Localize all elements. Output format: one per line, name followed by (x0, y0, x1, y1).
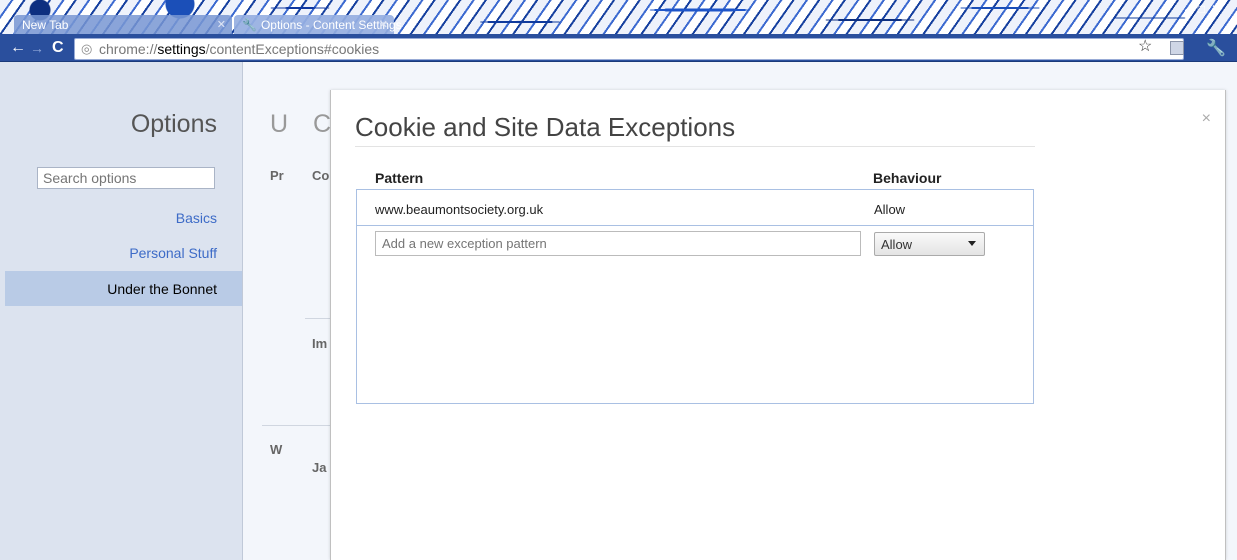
extension-icon[interactable] (1170, 41, 1184, 55)
sidebar-item-basics[interactable]: Basics (176, 210, 217, 226)
bg-section-label: Co (312, 168, 330, 183)
title-divider (355, 146, 1035, 147)
new-exception-pattern-input[interactable] (375, 231, 861, 256)
exception-pattern: www.beaumontsociety.org.uk (375, 202, 544, 217)
tab-new-tab[interactable]: New Tab ✕ (14, 15, 232, 34)
bg-section-label: Ja (312, 460, 327, 475)
close-icon[interactable]: × (1202, 110, 1211, 128)
tab-options-content-settings[interactable]: 🔧 Options - Content Settings ✕ (234, 15, 402, 34)
exception-behaviour: Allow (874, 202, 906, 217)
back-arrow-icon[interactable]: ← (10, 38, 26, 58)
dropdown-arrow-icon (968, 241, 976, 246)
dialog-title: Cookie and Site Data Exceptions (355, 112, 736, 142)
wrench-menu-icon[interactable]: 🔧 (1206, 38, 1226, 58)
bg-heading-fragment: U (270, 110, 289, 138)
options-sidebar: Options Basics Personal Stuff Under the … (0, 62, 242, 560)
sidebar-item-personal-stuff[interactable]: Personal Stuff (129, 245, 217, 261)
close-tab-icon[interactable]: ✕ (379, 18, 388, 31)
bg-section-label: W (270, 442, 283, 457)
address-bar[interactable]: ◎ chrome://settings/contentExceptions#co… (74, 38, 1184, 60)
tab-label: New Tab (22, 18, 69, 32)
page-icon: ◎ (81, 41, 93, 56)
exception-row[interactable]: www.beaumontsociety.org.uk Allow (357, 190, 1033, 226)
url-host: settings (157, 41, 206, 57)
search-options-input[interactable] (37, 167, 215, 189)
sidebar-item-under-the-bonnet[interactable]: Under the Bonnet (5, 271, 242, 306)
close-tab-icon[interactable]: ✕ (217, 18, 226, 31)
bg-heading-fragment: C (313, 110, 332, 138)
forward-arrow-icon[interactable]: → (30, 38, 44, 58)
browser-toolbar: ← → C ◎ chrome://settings/contentExcepti… (0, 34, 1237, 62)
minimize-icon[interactable]: – (1185, 2, 1198, 16)
exceptions-list[interactable]: www.beaumontsociety.org.uk Allow Allow (356, 189, 1034, 404)
bg-section-label: Im (312, 336, 328, 351)
bg-divider-line (305, 318, 330, 319)
behaviour-select[interactable]: Allow (874, 232, 985, 256)
sidebar-divider (242, 62, 243, 560)
wrench-icon: 🔧 (242, 18, 257, 32)
window-controls[interactable]: –□✕ (1185, 2, 1227, 16)
browser-title-bar: New Tab ✕ 🔧 Options - Content Settings ✕ … (0, 0, 1237, 34)
pattern-column-header: Pattern (375, 170, 424, 186)
url-path: /contentExceptions#cookies (205, 41, 380, 57)
reload-icon[interactable]: C (52, 38, 64, 58)
maximize-icon[interactable]: □ (1198, 2, 1211, 16)
behaviour-column-header: Behaviour (873, 170, 942, 186)
bg-section-label: Pr (270, 168, 284, 183)
bookmark-star-icon[interactable]: ☆ (1138, 36, 1152, 56)
url-scheme: chrome:// (99, 41, 158, 57)
cookie-exceptions-dialog: × Cookie and Site Data Exceptions Patter… (330, 90, 1226, 560)
bg-divider-line (262, 425, 330, 426)
close-window-icon[interactable]: ✕ (1211, 2, 1227, 16)
behaviour-select-value: Allow (881, 237, 913, 252)
options-title: Options (130, 110, 217, 138)
